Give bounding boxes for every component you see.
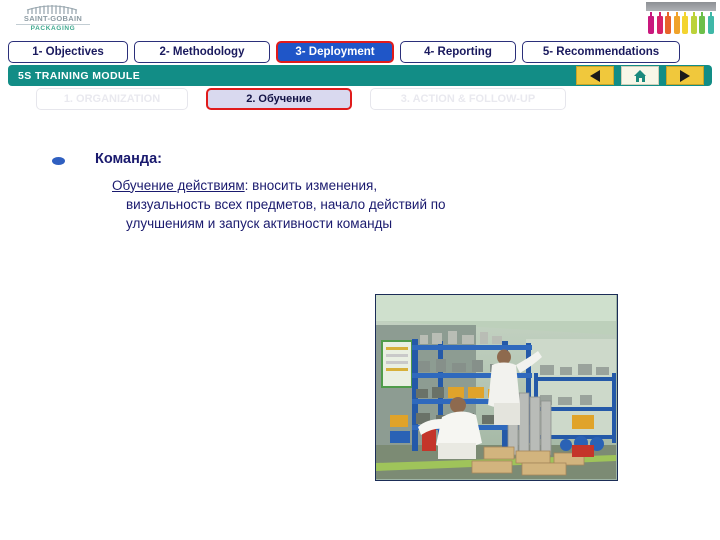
module-nav-buttons [576, 66, 704, 85]
content-paragraph: Обучение действиям: вносить изменения, в… [112, 176, 456, 233]
module-title: 5S TRAINING MODULE [18, 69, 141, 82]
home-button[interactable] [621, 66, 659, 85]
house-icon [633, 69, 647, 82]
content-heading: Команда: [95, 151, 162, 167]
bottle-icon-8 [707, 12, 714, 34]
nav-tab-1[interactable]: 1- Objectives [8, 41, 128, 63]
warehouse-photo-illustration [376, 295, 616, 479]
bottle-icon-1 [648, 12, 654, 34]
main-navigation-tabs: 1- Objectives 2- Methodology 3- Deployment… [8, 41, 712, 63]
content-paragraph-underlined: Обучение действиям [112, 177, 245, 193]
next-button[interactable] [666, 66, 704, 85]
triangle-left-icon [590, 69, 600, 82]
sub-tab-3[interactable]: 3. ACTION & FOLLOW-UP [370, 88, 566, 110]
sub-navigation-tabs: 1. ORGANIZATION 2. Обучение 3. ACTION & FO… [36, 88, 576, 110]
bottle-icon-2 [656, 12, 663, 34]
bottles-shelf [646, 2, 716, 11]
arch-bridge-icon [26, 5, 78, 14]
triangle-right-icon [680, 69, 690, 82]
warehouse-5s-photo [375, 294, 618, 481]
bottles-row [648, 12, 714, 34]
sub-tab-1[interactable]: 1. ORGANIZATION [36, 88, 188, 110]
bottle-icon-4 [673, 12, 680, 34]
bottle-icon-6 [690, 12, 697, 34]
saint-gobain-logo: SAINT-GOBAIN PACKAGING [10, 4, 96, 34]
nav-tab-5[interactable]: 5- Recommendations [522, 41, 680, 63]
nav-tab-4[interactable]: 4- Reporting [400, 41, 516, 63]
bullet-heading-row: Команда: [52, 150, 472, 170]
logo-brand-text: SAINT-GOBAIN [23, 14, 83, 23]
bullet-dot-icon [52, 157, 65, 165]
module-bar: 5S TRAINING MODULE [8, 65, 712, 86]
slide-content: Команда: Обучение действиям: вносить изм… [52, 150, 472, 233]
bottle-icon-5 [682, 12, 689, 34]
nav-tab-2[interactable]: 2- Methodology [134, 41, 270, 63]
logo-sub-text: PACKAGING [30, 25, 76, 32]
nav-tab-3[interactable]: 3- Deployment [276, 41, 394, 63]
sub-tab-2[interactable]: 2. Обучение [206, 88, 352, 110]
colored-bottles-image [646, 2, 716, 36]
bottle-icon-7 [699, 12, 706, 34]
previous-button[interactable] [576, 66, 614, 85]
bottle-icon-3 [665, 12, 672, 34]
